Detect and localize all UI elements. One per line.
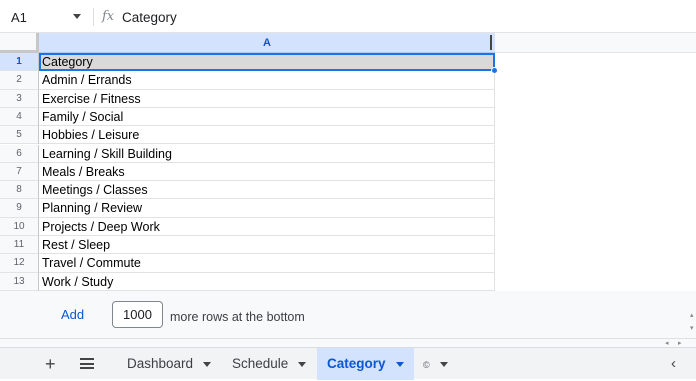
chevron-down-icon[interactable] <box>439 361 448 367</box>
cell-a9[interactable]: Planning / Review <box>39 199 495 218</box>
row-header[interactable]: 12 <box>0 254 39 273</box>
name-box-dropdown-icon[interactable] <box>73 14 81 19</box>
tab-label: Category <box>327 356 386 371</box>
row-header[interactable]: 7 <box>0 162 39 182</box>
row-header[interactable]: 6 <box>0 144 39 163</box>
chevron-down-icon[interactable] <box>395 361 404 367</box>
cell-a11[interactable]: Rest / Sleep <box>39 236 495 255</box>
name-box[interactable]: A1 <box>11 10 27 25</box>
cell-a4[interactable]: Family / Social <box>39 107 495 127</box>
formula-input[interactable]: Category <box>122 10 177 25</box>
table-row: 11 Rest / Sleep <box>0 236 495 255</box>
cell-a3[interactable]: Exercise / Fitness <box>39 89 495 108</box>
tab-category[interactable]: Category <box>317 348 414 380</box>
fx-icon: fx <box>102 9 115 24</box>
table-row: 4 Family / Social <box>0 107 495 127</box>
formula-bar-divider <box>93 8 94 26</box>
formula-bar: A1 fx Category <box>0 0 696 33</box>
scroll-right-icon[interactable]: ▸ <box>678 339 682 347</box>
row-header[interactable]: 2 <box>0 71 39 90</box>
all-sheets-icon[interactable] <box>80 358 94 369</box>
cell-a7[interactable]: Meals / Breaks <box>39 162 495 182</box>
table-row: 6 Learning / Skill Building <box>0 144 495 163</box>
tab-dashboard[interactable]: Dashboard <box>127 348 212 380</box>
row-header[interactable]: 11 <box>0 236 39 255</box>
add-sheet-icon[interactable]: + <box>45 354 56 375</box>
row-header[interactable]: 10 <box>0 217 39 236</box>
row-header[interactable]: 1 <box>0 53 39 72</box>
empty-column-area <box>495 33 696 53</box>
row-header[interactable]: 8 <box>0 181 39 200</box>
fill-handle[interactable] <box>491 67 498 74</box>
collapse-tabs-icon[interactable]: ‹ <box>671 355 676 372</box>
cell-a5[interactable]: Hobbies / Leisure <box>39 126 495 145</box>
tab-label: Schedule <box>232 356 289 371</box>
table-row: 7 Meals / Breaks <box>0 162 495 182</box>
horizontal-scrollbar[interactable] <box>0 338 696 347</box>
cell-a13[interactable]: Work / Study <box>39 272 495 291</box>
tab-schedule[interactable]: Schedule <box>232 348 307 380</box>
sheet-tab-bar: + Dashboard Schedule Category © ‹ <box>0 347 696 380</box>
chevron-down-icon[interactable] <box>298 361 307 367</box>
sheet-icon: © <box>423 360 430 370</box>
row-header[interactable]: 13 <box>0 272 39 291</box>
column-header-a[interactable]: A <box>39 33 495 53</box>
cell-a8[interactable]: Meetings / Classes <box>39 181 495 200</box>
select-all-corner[interactable] <box>0 33 39 53</box>
row-header[interactable]: 9 <box>0 199 39 218</box>
cell-a6[interactable]: Learning / Skill Building <box>39 144 495 163</box>
table-row: 3 Exercise / Fitness <box>0 89 495 108</box>
cell-a1[interactable]: Category <box>39 53 495 72</box>
cell-a2[interactable]: Admin / Errands <box>39 71 495 90</box>
table-row: 13 Work / Study <box>0 272 495 291</box>
table-row: 5 Hobbies / Leisure <box>0 126 495 145</box>
row-header[interactable]: 3 <box>0 89 39 108</box>
rows-count-input[interactable]: 1000 <box>112 301 163 328</box>
scroll-down-icon[interactable]: ▾ <box>690 324 694 332</box>
scroll-up-icon[interactable]: ▴ <box>690 311 694 319</box>
tab-hidden-sheet[interactable]: © <box>423 348 448 380</box>
more-rows-label: more rows at the bottom <box>170 310 305 324</box>
scroll-left-icon[interactable]: ◂ <box>665 339 669 347</box>
row-header[interactable]: 5 <box>0 126 39 145</box>
chevron-down-icon[interactable] <box>203 361 212 367</box>
tab-label: Dashboard <box>127 356 194 371</box>
cell-a12[interactable]: Travel / Commute <box>39 254 495 273</box>
table-row: 12 Travel / Commute <box>0 254 495 273</box>
table-row: 1 Category <box>0 53 495 72</box>
table-row: 8 Meetings / Classes <box>0 181 495 200</box>
table-row: 10 Projects / Deep Work <box>0 217 495 236</box>
table-row: 9 Planning / Review <box>0 199 495 218</box>
row-header[interactable]: 4 <box>0 107 39 127</box>
cell-a10[interactable]: Projects / Deep Work <box>39 217 495 236</box>
add-rows-button[interactable]: Add <box>61 307 84 322</box>
table-row: 2 Admin / Errands <box>0 71 495 90</box>
